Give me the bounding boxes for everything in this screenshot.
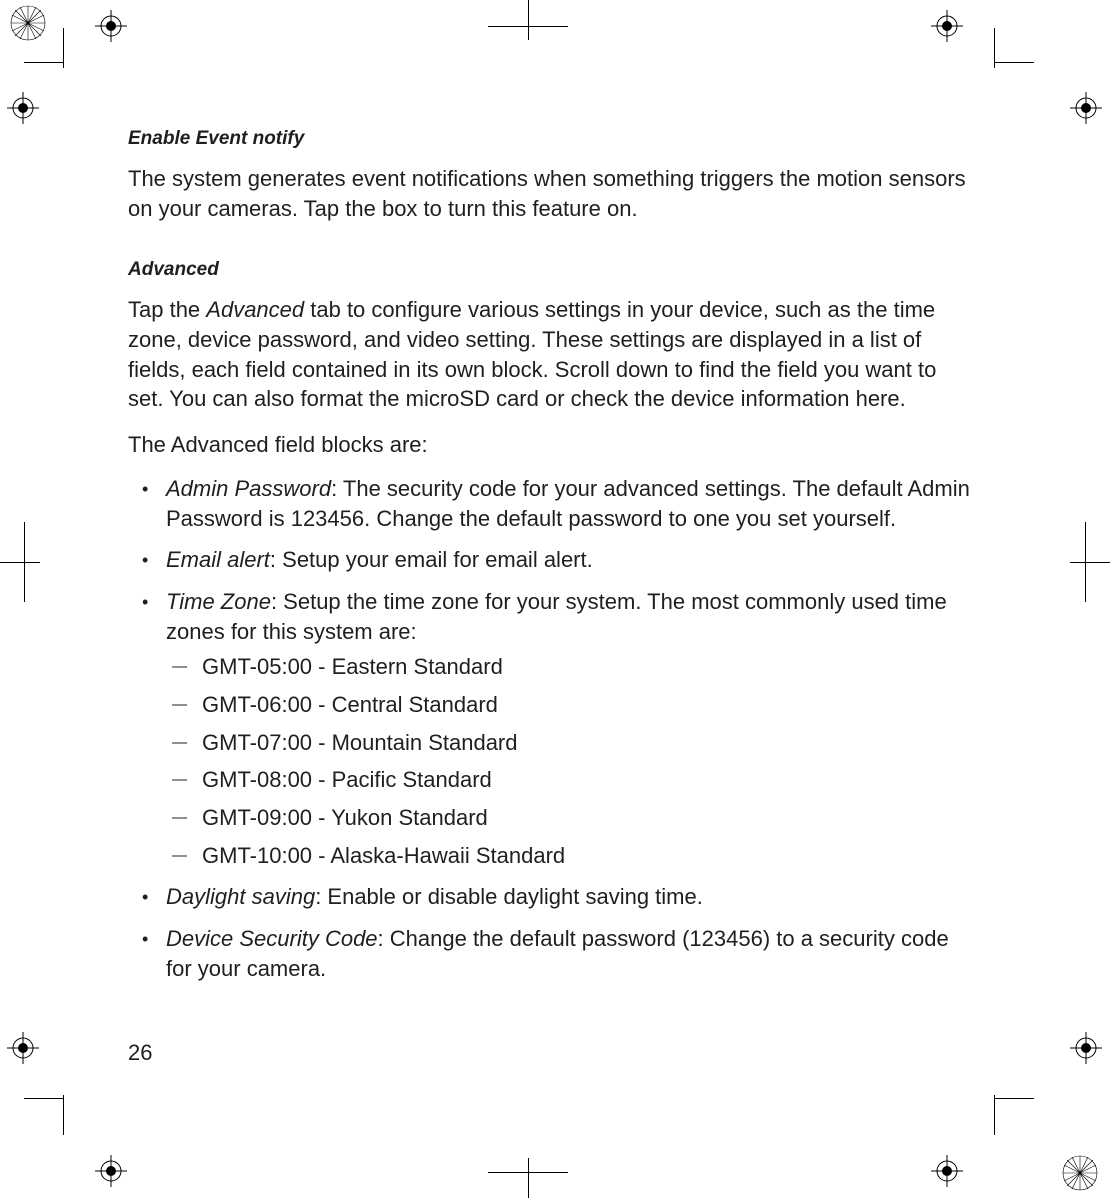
registration-mark-icon <box>95 10 127 42</box>
crop-mark <box>24 62 64 63</box>
list-item: GMT-05:00 - Eastern Standard <box>166 652 976 682</box>
crop-mark <box>24 1098 64 1099</box>
heading-enable-event-notify: Enable Event notify <box>128 128 976 150</box>
term-advanced: Advanced <box>206 297 304 322</box>
crop-mark <box>528 1158 529 1198</box>
term-email-alert: Email alert <box>166 547 270 572</box>
crop-mark <box>488 1172 568 1173</box>
crop-mark <box>1085 522 1086 602</box>
fan-pattern-icon <box>10 5 46 41</box>
crop-mark <box>488 26 568 27</box>
crop-mark <box>63 1095 64 1135</box>
registration-mark-icon <box>95 1155 127 1187</box>
registration-mark-icon <box>7 92 39 124</box>
list-item: Admin Password: The security code for yo… <box>128 474 976 533</box>
fan-pattern-icon <box>1062 1155 1098 1191</box>
crop-mark <box>528 0 529 40</box>
page-content: Enable Event notify The system generates… <box>128 128 976 995</box>
registration-mark-icon <box>931 1155 963 1187</box>
crop-mark <box>994 1098 1034 1099</box>
list-item: Time Zone: Setup the time zone for your … <box>128 587 976 871</box>
text-run: : Setup your email for email alert. <box>270 547 593 572</box>
list-item: GMT-06:00 - Central Standard <box>166 690 976 720</box>
registration-mark-icon <box>1070 92 1102 124</box>
paragraph-advanced-lead: The Advanced field blocks are: <box>128 430 976 460</box>
advanced-list: Admin Password: The security code for yo… <box>128 474 976 984</box>
heading-advanced: Advanced <box>128 259 976 281</box>
crop-mark <box>994 1095 995 1135</box>
list-item: GMT-10:00 - Alaska-Hawaii Standard <box>166 841 976 871</box>
list-item: Daylight saving: Enable or disable dayli… <box>128 882 976 912</box>
term-device-security-code: Device Security Code <box>166 926 378 951</box>
text-run: : Enable or disable daylight saving time… <box>315 884 703 909</box>
crop-mark <box>1070 562 1110 563</box>
list-item: GMT-07:00 - Mountain Standard <box>166 728 976 758</box>
crop-mark <box>994 62 1034 63</box>
list-item: Email alert: Setup your email for email … <box>128 545 976 575</box>
term-daylight-saving: Daylight saving <box>166 884 315 909</box>
crop-mark <box>24 522 25 602</box>
text-run: : Setup the time zone for your system. T… <box>166 589 947 644</box>
registration-mark-icon <box>931 10 963 42</box>
crop-mark <box>0 562 40 563</box>
registration-mark-icon <box>1070 1032 1102 1064</box>
list-item: GMT-09:00 - Yukon Standard <box>166 803 976 833</box>
list-item: Device Security Code: Change the default… <box>128 924 976 983</box>
text-run: Tap the <box>128 297 206 322</box>
term-admin-password: Admin Password <box>166 476 331 501</box>
registration-mark-icon <box>7 1032 39 1064</box>
term-time-zone: Time Zone <box>166 589 271 614</box>
paragraph-enable-event: The system generates event notifications… <box>128 164 976 223</box>
paragraph-advanced-intro: Tap the Advanced tab to configure variou… <box>128 295 976 414</box>
page-number: 26 <box>128 1040 152 1066</box>
time-zone-sublist: GMT-05:00 - Eastern Standard GMT-06:00 -… <box>166 652 976 870</box>
list-item: GMT-08:00 - Pacific Standard <box>166 765 976 795</box>
